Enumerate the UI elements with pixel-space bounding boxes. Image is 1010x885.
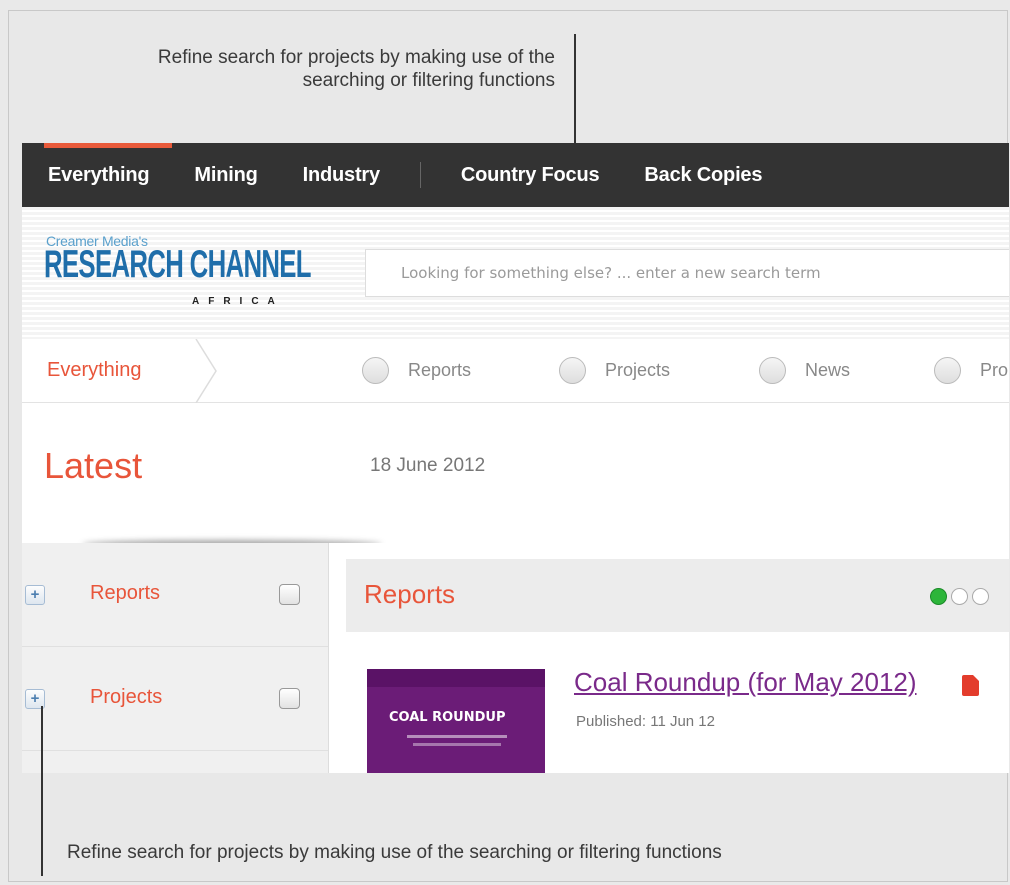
callout-top: Refine search for projects by making use… (157, 47, 555, 91)
pager-dot[interactable] (972, 588, 989, 605)
section-title: Reports (364, 579, 456, 609)
sidebar-item-reports[interactable]: + Reports (22, 543, 328, 647)
filter-news[interactable]: News (759, 357, 850, 384)
radio-products[interactable] (934, 357, 961, 384)
reports-checkbox[interactable] (279, 584, 300, 605)
nav-everything[interactable]: Everything (48, 164, 150, 187)
site-header: Creamer Media's RESEARCH CHANNEL AFRICA (22, 207, 1009, 339)
filter-bar: Everything Reports Projects News Pro (22, 339, 1009, 403)
radio-reports[interactable] (362, 357, 389, 384)
nav-back-copies[interactable]: Back Copies (644, 164, 762, 187)
sidebar-item-label[interactable]: Projects (90, 686, 162, 709)
thumbnail-subtitle-line (407, 735, 507, 738)
projects-checkbox[interactable] (279, 688, 300, 709)
logo-wordmark: RESEARCH CHANNEL (44, 243, 312, 286)
nav-mining[interactable]: Mining (194, 164, 257, 187)
nav-industry[interactable]: Industry (303, 164, 380, 187)
thumbnail-header-bar (367, 669, 545, 687)
nav-country-focus[interactable]: Country Focus (461, 164, 600, 187)
breadcrumb-everything[interactable]: Everything (47, 359, 142, 382)
thumbnail-title: COAL ROUNDUP (389, 710, 506, 725)
sidebar-item-label[interactable]: Reports (90, 582, 160, 605)
pager-dot-active[interactable] (930, 588, 947, 605)
report-cover-thumbnail[interactable]: COAL ROUNDUP (367, 669, 545, 773)
breadcrumb-chevron-icon (195, 339, 217, 403)
radio-projects[interactable] (559, 357, 586, 384)
thumbnail-subtitle-line (413, 743, 501, 746)
reports-section-header: Reports (346, 559, 1009, 632)
filter-label: Reports (408, 360, 472, 380)
search-box (365, 249, 1009, 297)
active-tab-indicator (44, 143, 172, 148)
sidebar: + Reports + Projects (22, 543, 329, 773)
callout-bottom: Refine search for projects by making use… (67, 842, 722, 863)
filter-products[interactable]: Pro (934, 357, 1008, 384)
filter-label: Pro (980, 360, 1009, 380)
logo-africa: AFRICA (192, 296, 284, 307)
nav-divider (419, 162, 421, 188)
pdf-icon[interactable] (962, 675, 979, 696)
research-channel-app: Everything Mining Industry Country Focus… (22, 143, 1009, 773)
radio-news[interactable] (759, 357, 786, 384)
top-navigation: Everything Mining Industry Country Focus… (22, 143, 1009, 207)
filter-label: News (805, 360, 851, 380)
filter-reports[interactable]: Reports (362, 357, 471, 384)
latest-bar: Latest 18 June 2012 (22, 403, 1009, 527)
filter-label: Projects (605, 360, 671, 380)
sidebar-item-projects[interactable]: + Projects (22, 647, 328, 751)
search-input[interactable] (366, 250, 1009, 296)
expand-plus-icon[interactable]: + (25, 585, 45, 605)
page-title: Latest (44, 445, 143, 486)
pager-dot[interactable] (951, 588, 968, 605)
latest-date: 18 June 2012 (370, 455, 486, 476)
filter-projects[interactable]: Projects (559, 357, 670, 384)
main-content: Reports COAL ROUNDUP Coal Roundup (for M… (329, 543, 1009, 773)
callout-line-bottom (41, 706, 43, 876)
published-date: Published: 11 Jun 12 (576, 713, 715, 730)
report-title-link[interactable]: Coal Roundup (for May 2012) (574, 667, 917, 698)
